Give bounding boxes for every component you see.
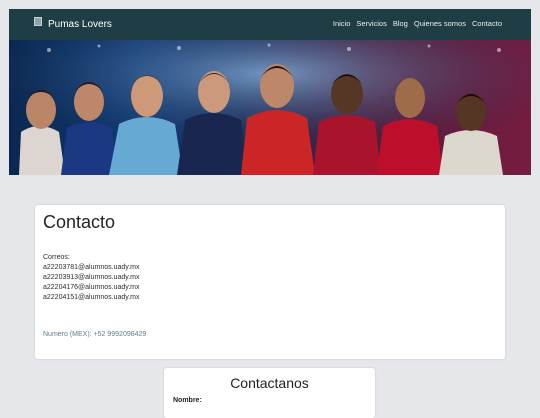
nav-link-inicio[interactable]: Inicio [333, 19, 351, 28]
navbar: Pumas Lovers Inicio Servicios Blog Quien… [9, 9, 531, 40]
brand[interactable]: Pumas Lovers [34, 16, 112, 33]
emails-block: Correos: a22203781@alumnos.uady.mx a2220… [43, 253, 139, 303]
broken-image-icon [34, 17, 42, 26]
nav-link-contacto[interactable]: Contacto [472, 19, 502, 28]
contact-card: Contacto Correos: a22203781@alumnos.uady… [35, 205, 505, 359]
page-frame: Pumas Lovers Inicio Servicios Blog Quien… [9, 9, 531, 418]
nav-links: Inicio Servicios Blog Quienes somos Cont… [333, 19, 502, 28]
email-item: a22203913@alumnos.uady.mx [43, 274, 140, 281]
email-item: a22204151@alumnos.uady.mx [43, 294, 140, 301]
players-illustration [9, 40, 531, 175]
email-item: a22204176@alumnos.uady.mx [43, 284, 140, 291]
email-item: a22203781@alumnos.uady.mx [43, 264, 140, 271]
emails-label: Correos: [43, 254, 70, 261]
hero-banner-image [9, 40, 531, 175]
name-label: Nombre: [173, 397, 202, 404]
brand-name[interactable]: Pumas Lovers [48, 19, 112, 30]
phone-number: Numero (MEX): +52 9992098429 [43, 331, 147, 338]
nav-link-quienes-somos[interactable]: Quienes somos [414, 19, 466, 28]
form-title: Contactanos [230, 375, 309, 391]
nav-link-servicios[interactable]: Servicios [356, 19, 386, 28]
contact-title: Contacto [43, 212, 116, 232]
nav-link-blog[interactable]: Blog [393, 19, 408, 28]
contact-form-card: Contactanos Nombre: [164, 368, 375, 418]
